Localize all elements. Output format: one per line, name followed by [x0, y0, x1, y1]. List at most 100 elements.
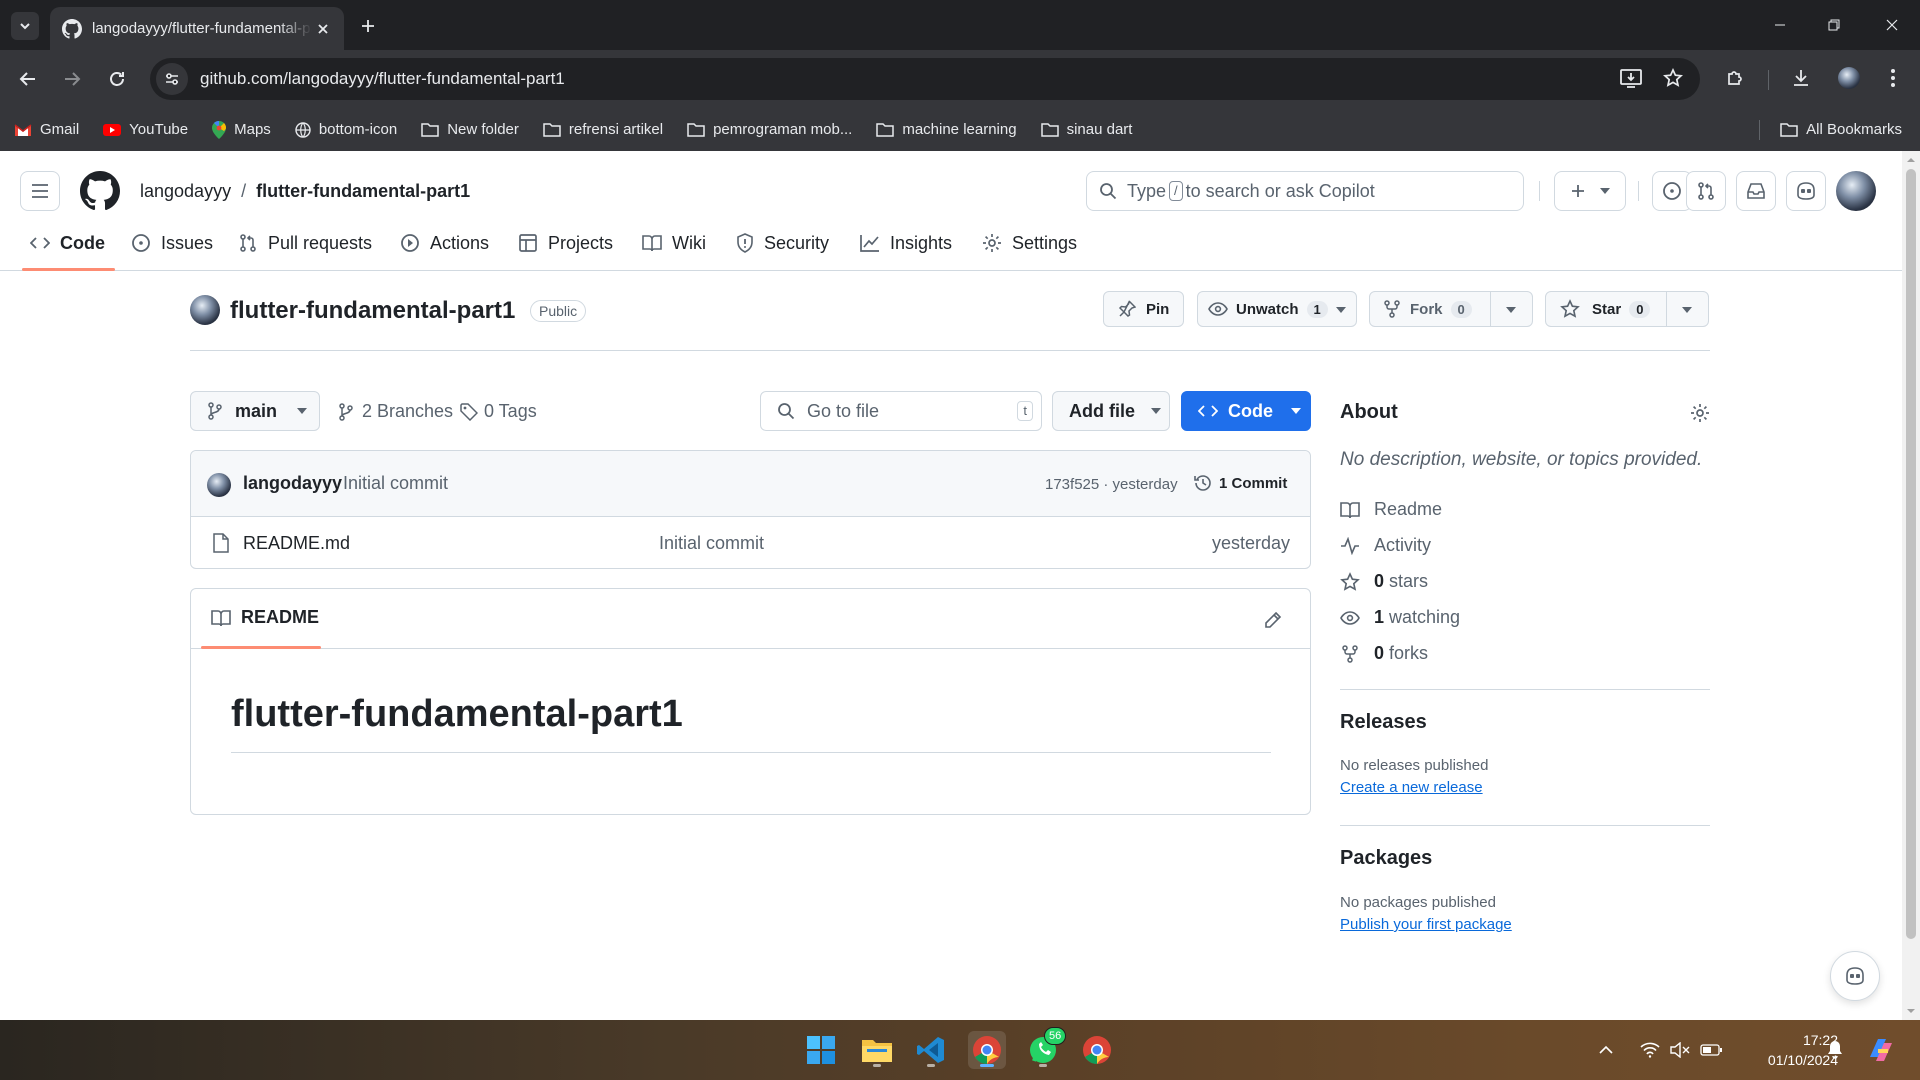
- commit-author[interactable]: langodayyy: [243, 473, 342, 494]
- copilot-app-icon[interactable]: [1866, 1035, 1896, 1065]
- commits-link[interactable]: 1 Commit: [1193, 473, 1287, 493]
- inbox-button[interactable]: [1736, 171, 1776, 211]
- downloads-button[interactable]: [1786, 63, 1816, 93]
- tags-link[interactable]: 0 Tags: [460, 401, 537, 422]
- profile-button[interactable]: [1834, 63, 1864, 93]
- close-window-button[interactable]: [1864, 0, 1920, 50]
- bookmark-bottom-icon[interactable]: bottom-icon: [295, 121, 397, 138]
- page-scrollbar[interactable]: [1902, 151, 1920, 1020]
- running-indicator: [873, 1064, 881, 1067]
- about-stars-link[interactable]: 0 stars: [1340, 571, 1428, 592]
- speaker-muted-icon[interactable]: [1670, 1042, 1690, 1058]
- bell-icon[interactable]: [1826, 1040, 1844, 1060]
- about-watching-link[interactable]: 1 watching: [1340, 607, 1460, 628]
- go-to-file-input[interactable]: Go to file t: [760, 391, 1042, 431]
- code-dropdown-button[interactable]: Code: [1181, 391, 1311, 431]
- browser-tab-active[interactable]: langodayyy/flutter-fundamental-part1: [50, 7, 344, 50]
- publish-package-link[interactable]: Publish your first package: [1340, 916, 1512, 933]
- readme-tab[interactable]: README: [211, 607, 319, 628]
- pull-requests-button[interactable]: [1686, 171, 1726, 211]
- bookmark-youtube[interactable]: YouTube: [103, 121, 188, 138]
- file-name-link[interactable]: README.md: [243, 533, 350, 554]
- gear-icon[interactable]: [1690, 403, 1710, 423]
- packages-title[interactable]: Packages: [1340, 847, 1432, 870]
- file-icon: [213, 533, 229, 553]
- breadcrumb-repo-link[interactable]: flutter-fundamental-part1: [256, 181, 470, 202]
- bookmark-folder-refrensi[interactable]: refrensi artikel: [543, 121, 663, 138]
- owner-avatar[interactable]: [190, 295, 220, 325]
- file-explorer-button[interactable]: [858, 1031, 896, 1069]
- vscode-button[interactable]: [912, 1031, 950, 1069]
- address-bar[interactable]: github.com/langodayyy/flutter-fundamenta…: [150, 58, 1700, 100]
- restore-button[interactable]: [1806, 0, 1862, 50]
- install-app-button[interactable]: [1616, 63, 1646, 93]
- about-readme-link[interactable]: Readme: [1340, 499, 1442, 520]
- browser-menu-button[interactable]: [1878, 63, 1908, 93]
- scroll-down-icon[interactable]: [1902, 1004, 1920, 1018]
- branches-link[interactable]: 2 Branches: [338, 401, 453, 422]
- tab-wiki[interactable]: Wiki: [642, 215, 706, 271]
- browser-toolbar: github.com/langodayyy/flutter-fundamenta…: [0, 50, 1920, 108]
- wifi-icon[interactable]: [1640, 1042, 1660, 1058]
- repo-title[interactable]: flutter-fundamental-part1: [230, 297, 515, 325]
- scrollbar-thumb[interactable]: [1906, 169, 1916, 939]
- tab-search-button[interactable]: [11, 12, 39, 40]
- start-button[interactable]: [802, 1031, 840, 1069]
- bookmark-maps[interactable]: Maps: [212, 120, 271, 139]
- releases-title[interactable]: Releases: [1340, 711, 1427, 734]
- file-commit-message[interactable]: Initial commit: [659, 533, 764, 554]
- chrome-profile-button[interactable]: [1078, 1031, 1116, 1069]
- star-button[interactable]: Star 0: [1545, 291, 1709, 327]
- commit-message[interactable]: Initial commit: [343, 473, 448, 494]
- create-release-link[interactable]: Create a new release: [1340, 779, 1483, 796]
- bookmark-gmail[interactable]: Gmail: [14, 121, 79, 138]
- new-tab-button[interactable]: [354, 12, 382, 40]
- whatsapp-button[interactable]: 56: [1024, 1027, 1067, 1069]
- tab-close-icon[interactable]: [316, 22, 330, 36]
- bookmark-folder-machine-learning[interactable]: machine learning: [876, 121, 1017, 138]
- add-file-button[interactable]: Add file: [1052, 391, 1170, 431]
- scroll-up-icon[interactable]: [1902, 153, 1920, 167]
- github-logo-icon[interactable]: [80, 171, 120, 211]
- unwatch-button[interactable]: Unwatch 1: [1197, 291, 1357, 327]
- minimize-button[interactable]: [1752, 0, 1808, 50]
- battery-icon[interactable]: [1700, 1044, 1722, 1056]
- pin-button[interactable]: Pin: [1103, 291, 1185, 327]
- tab-projects[interactable]: Projects: [518, 215, 613, 271]
- breadcrumb-owner-link[interactable]: langodayyy: [140, 181, 231, 202]
- bookmark-folder-new-folder[interactable]: New folder: [421, 121, 519, 138]
- bookmark-folder-sinau-dart[interactable]: sinau dart: [1040, 121, 1132, 138]
- global-search-input[interactable]: Type / to search or ask Copilot: [1086, 171, 1524, 211]
- chevron-up-icon[interactable]: [1598, 1045, 1614, 1055]
- tab-security[interactable]: Security: [736, 215, 829, 271]
- copilot-button[interactable]: [1786, 171, 1826, 211]
- bookmark-star-button[interactable]: [1658, 63, 1688, 93]
- create-new-button[interactable]: [1554, 171, 1626, 211]
- tab-settings[interactable]: Settings: [982, 215, 1077, 271]
- commit-author-avatar[interactable]: [207, 473, 231, 497]
- forward-button[interactable]: [58, 65, 86, 93]
- tab-actions[interactable]: Actions: [400, 215, 489, 271]
- pencil-icon[interactable]: [1264, 611, 1282, 629]
- about-forks-link[interactable]: 0 forks: [1340, 643, 1428, 664]
- tab-insights[interactable]: Insights: [860, 215, 952, 271]
- about-activity-link[interactable]: Activity: [1340, 535, 1431, 556]
- user-avatar[interactable]: [1836, 171, 1876, 211]
- bookmark-folder-pemrograman[interactable]: pemrograman mob...: [687, 121, 852, 138]
- extensions-button[interactable]: [1720, 63, 1750, 93]
- tab-issues[interactable]: Issues: [131, 215, 213, 271]
- global-menu-button[interactable]: [20, 171, 60, 211]
- table-row[interactable]: README.md Initial commit yesterday: [191, 517, 1310, 569]
- site-info-button[interactable]: [156, 63, 188, 95]
- book-icon: [211, 609, 231, 626]
- fork-button[interactable]: Fork 0: [1369, 291, 1533, 327]
- copilot-chat-button[interactable]: [1830, 951, 1880, 1001]
- branch-selector[interactable]: main: [190, 391, 320, 431]
- reload-button[interactable]: [103, 65, 131, 93]
- back-button[interactable]: [14, 65, 42, 93]
- all-bookmarks-button[interactable]: All Bookmarks: [1780, 108, 1902, 151]
- chrome-taskbar-button[interactable]: [968, 1031, 1006, 1069]
- commit-hash-time[interactable]: 173f525 · yesterday: [1045, 476, 1178, 493]
- tab-code[interactable]: Code: [22, 215, 115, 271]
- tab-pull-requests[interactable]: Pull requests: [238, 215, 372, 271]
